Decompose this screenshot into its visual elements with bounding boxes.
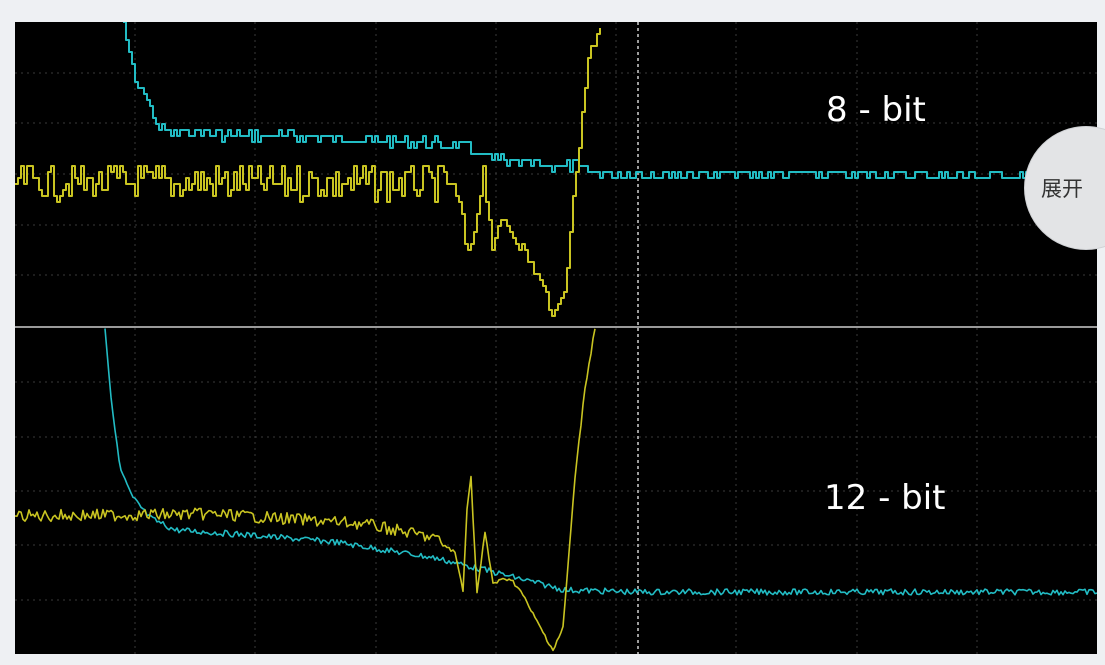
yellow-trace-12bit xyxy=(15,328,596,652)
oscilloscope-screen xyxy=(15,22,1097,654)
yellow-trace-8bit xyxy=(15,28,601,317)
label-8-bit: 8 - bit xyxy=(826,90,926,130)
cyan-trace-12bit xyxy=(104,328,1097,596)
waveform-8bit xyxy=(15,22,1097,326)
label-12-bit: 12 - bit xyxy=(824,478,946,518)
cyan-trace-8bit xyxy=(123,22,1095,179)
panel-8bit xyxy=(15,22,1097,326)
